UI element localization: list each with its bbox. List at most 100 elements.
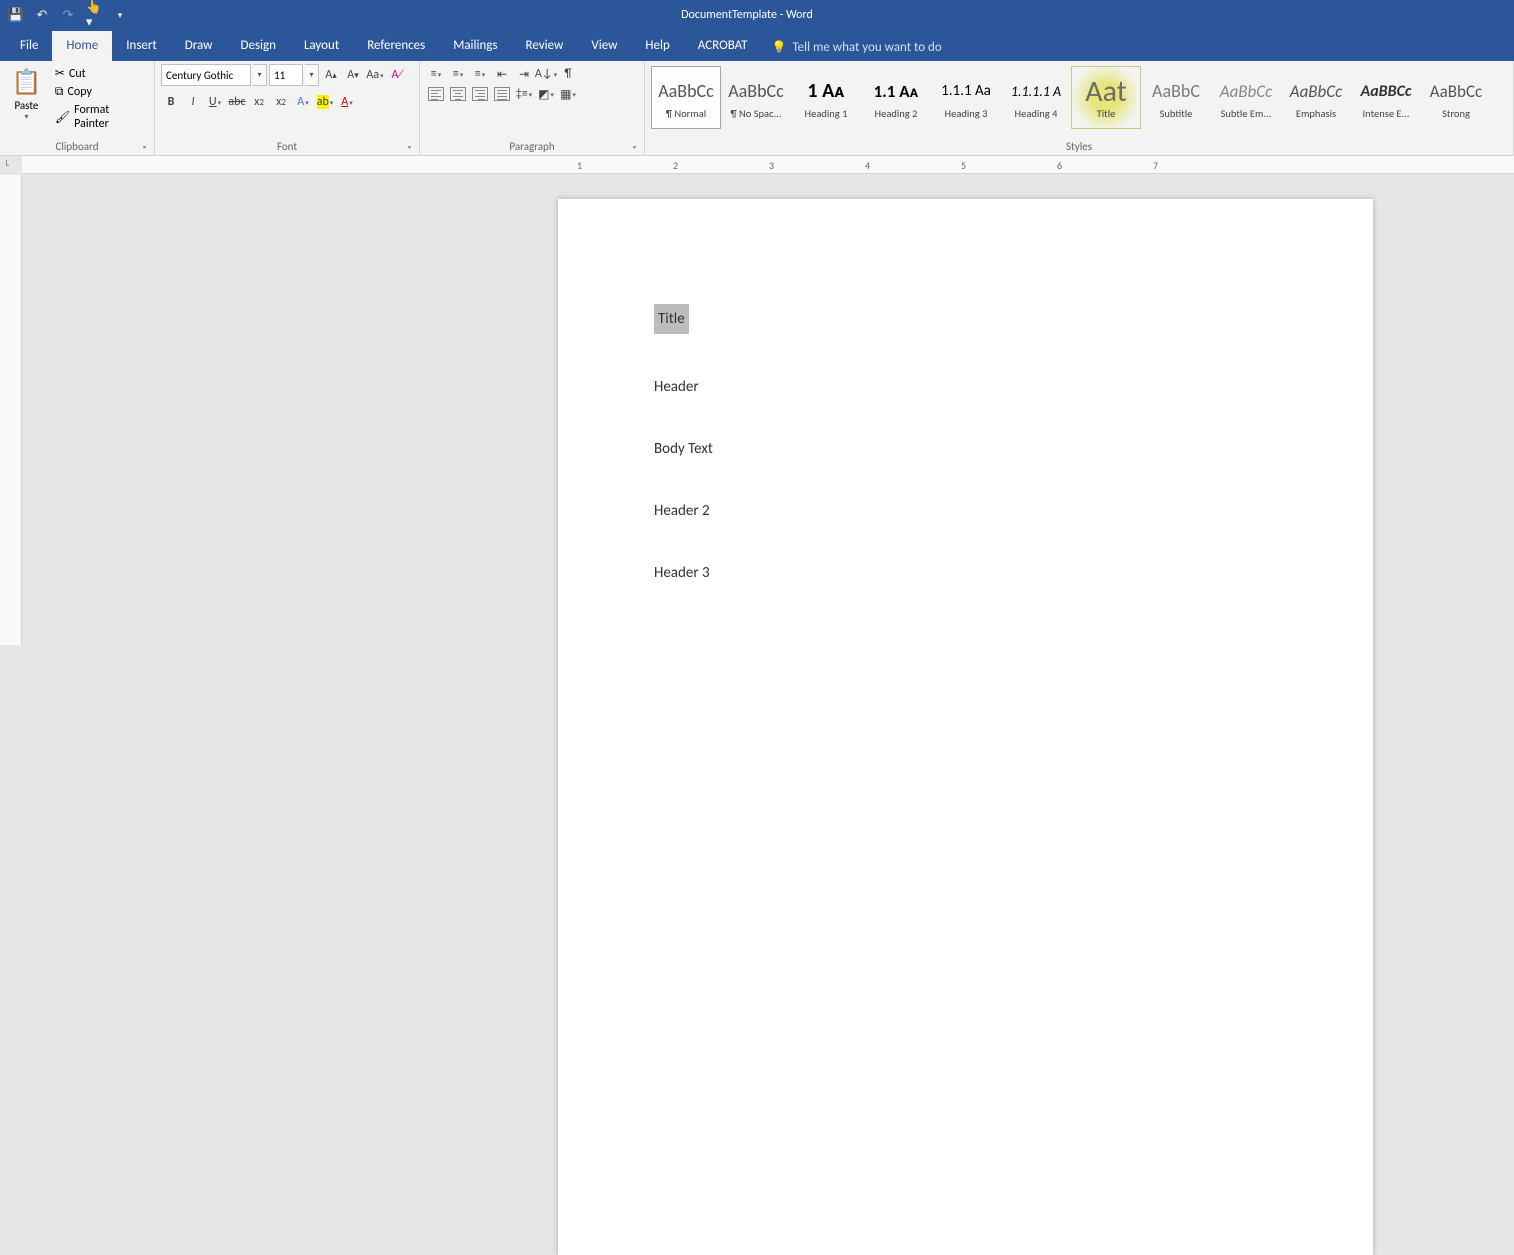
- group-paragraph: ≡ ≡ ≡ ⇤ ⇥ A↓ ¶ ‡≡ ◩ ▦ P: [420, 61, 645, 155]
- style-normal[interactable]: AaBbCc¶ Normal: [651, 66, 721, 129]
- doc-title-text[interactable]: Title: [654, 304, 689, 334]
- multilevel-list-button[interactable]: ≡: [470, 64, 490, 84]
- styles-gallery: AaBbCc¶ Normal AaBbCc¶ No Spac... 1 AᴀHe…: [651, 64, 1491, 129]
- bullets-button[interactable]: ≡: [426, 64, 446, 84]
- paste-icon: 📋: [12, 68, 42, 97]
- doc-line-2[interactable]: Body Text: [654, 440, 1277, 458]
- group-font: ▾ ▾ A▴ A▾ Aa A⁄ B I U abc x2 x2 A ab: [155, 61, 420, 155]
- tab-acrobat[interactable]: ACROBAT: [684, 31, 762, 61]
- undo-icon[interactable]: ↶: [34, 7, 50, 23]
- tab-home[interactable]: Home: [52, 31, 112, 61]
- change-case-button[interactable]: Aa: [365, 65, 385, 85]
- doc-line-4[interactable]: Header 3: [654, 564, 1277, 582]
- show-marks-button[interactable]: ¶: [558, 64, 578, 84]
- highlight-button[interactable]: ab: [315, 92, 335, 112]
- scissors-icon: ✂: [55, 66, 65, 81]
- italic-button[interactable]: I: [183, 92, 203, 112]
- tab-review[interactable]: Review: [512, 31, 578, 61]
- strikethrough-button[interactable]: abc: [227, 92, 247, 112]
- copy-button[interactable]: ⧉Copy: [51, 83, 148, 101]
- font-launcher-icon[interactable]: ▪: [408, 142, 411, 153]
- style-strong[interactable]: AaBbCcStrong: [1421, 66, 1491, 129]
- style-title[interactable]: AatTitle: [1071, 66, 1141, 129]
- tell-me-search[interactable]: 💡 Tell me what you want to do: [761, 40, 951, 61]
- justify-button[interactable]: [492, 84, 512, 104]
- paste-button[interactable]: 📋 Paste ▾: [6, 64, 47, 122]
- style-no-spacing[interactable]: AaBbCc¶ No Spac...: [721, 66, 791, 129]
- style-heading-1[interactable]: 1 AᴀHeading 1: [791, 66, 861, 129]
- sort-button[interactable]: A↓: [536, 64, 556, 84]
- styles-label: Styles: [1066, 140, 1092, 153]
- cut-button[interactable]: ✂Cut: [51, 64, 148, 83]
- shrink-font-button[interactable]: A▾: [343, 65, 363, 85]
- font-size-combo[interactable]: [269, 64, 303, 86]
- tab-mailings[interactable]: Mailings: [439, 31, 511, 61]
- paragraph-launcher-icon[interactable]: ▪: [633, 142, 636, 153]
- tab-design[interactable]: Design: [226, 31, 289, 61]
- tab-layout[interactable]: Layout: [290, 31, 353, 61]
- ruler-tick: 5: [961, 159, 966, 172]
- align-right-button[interactable]: [470, 84, 490, 104]
- style-heading-3[interactable]: 1.1.1 AaHeading 3: [931, 66, 1001, 129]
- save-icon[interactable]: 💾: [8, 7, 24, 23]
- qat-customize-icon[interactable]: ▾: [112, 7, 128, 23]
- tab-insert[interactable]: Insert: [112, 31, 171, 61]
- page[interactable]: Title Header Body Text Header 2 Header 3: [558, 199, 1373, 1255]
- font-color-button[interactable]: A: [337, 92, 357, 112]
- align-left-button[interactable]: [426, 84, 446, 104]
- document-area: Title Header Body Text Header 2 Header 3: [0, 175, 1514, 645]
- group-styles: AaBbCc¶ Normal AaBbCc¶ No Spac... 1 AᴀHe…: [645, 61, 1514, 155]
- style-intense-emphasis[interactable]: AaBBCcIntense E...: [1351, 66, 1421, 129]
- font-name-arrow-icon[interactable]: ▾: [253, 64, 267, 86]
- lightbulb-icon: 💡: [771, 40, 786, 55]
- numbering-button[interactable]: ≡: [448, 64, 468, 84]
- style-emphasis[interactable]: AaBbCcEmphasis: [1281, 66, 1351, 129]
- ruler-tick: 1: [577, 159, 582, 172]
- tab-help[interactable]: Help: [631, 31, 683, 61]
- borders-button[interactable]: ▦: [558, 84, 578, 104]
- subscript-button[interactable]: x2: [249, 92, 269, 112]
- font-name-combo[interactable]: [161, 64, 251, 86]
- vertical-ruler[interactable]: [0, 175, 22, 645]
- ruler-tick: 3: [769, 159, 774, 172]
- style-subtitle[interactable]: AaBbCSubtitle: [1141, 66, 1211, 129]
- doc-line-1[interactable]: Header: [654, 378, 1277, 396]
- redo-icon[interactable]: ↷: [60, 7, 76, 23]
- bold-button[interactable]: B: [161, 92, 181, 112]
- format-painter-button[interactable]: 🖌Format Painter: [51, 101, 148, 133]
- tab-selector-icon[interactable]: └: [4, 158, 9, 171]
- clear-formatting-button[interactable]: A⁄: [387, 65, 407, 85]
- line-spacing-button[interactable]: ‡≡: [514, 84, 534, 104]
- ruler-tick: 7: [1153, 159, 1158, 172]
- text-effects-button[interactable]: A: [293, 92, 313, 112]
- tell-me-placeholder: Tell me what you want to do: [792, 40, 941, 55]
- window-title: DocumentTemplate - Word: [128, 8, 1366, 22]
- paragraph-label: Paragraph: [509, 140, 554, 153]
- clipboard-label: Clipboard: [55, 140, 98, 153]
- clipboard-launcher-icon[interactable]: ▪: [143, 142, 146, 153]
- touch-mode-icon[interactable]: 👆▾: [86, 7, 102, 23]
- ruler-tick: 2: [673, 159, 678, 172]
- grow-font-button[interactable]: A▴: [321, 65, 341, 85]
- style-subtle-emphasis[interactable]: AaBbCcSubtle Em...: [1211, 66, 1281, 129]
- shading-button[interactable]: ◩: [536, 84, 556, 104]
- font-size-arrow-icon[interactable]: ▾: [305, 64, 319, 86]
- tab-view[interactable]: View: [577, 31, 631, 61]
- superscript-button[interactable]: x2: [271, 92, 291, 112]
- ruler-tick: 6: [1057, 159, 1062, 172]
- tab-file[interactable]: File: [6, 31, 52, 61]
- style-heading-4[interactable]: 1.1.1.1 AHeading 4: [1001, 66, 1071, 129]
- style-heading-2[interactable]: 1.1 AᴀHeading 2: [861, 66, 931, 129]
- tab-references[interactable]: References: [353, 31, 439, 61]
- underline-button[interactable]: U: [205, 92, 225, 112]
- increase-indent-button[interactable]: ⇥: [514, 64, 534, 84]
- quick-access-toolbar: 💾 ↶ ↷ 👆▾ ▾: [8, 7, 128, 23]
- doc-line-3[interactable]: Header 2: [654, 502, 1277, 520]
- copy-icon: ⧉: [55, 85, 64, 99]
- decrease-indent-button[interactable]: ⇤: [492, 64, 512, 84]
- tab-draw[interactable]: Draw: [171, 31, 227, 61]
- title-bar: 💾 ↶ ↷ 👆▾ ▾ DocumentTemplate - Word: [0, 0, 1514, 30]
- align-center-button[interactable]: [448, 84, 468, 104]
- ribbon: 📋 Paste ▾ ✂Cut ⧉Copy 🖌Format Painter Cli…: [0, 61, 1514, 156]
- horizontal-ruler[interactable]: 1234567: [22, 156, 1514, 174]
